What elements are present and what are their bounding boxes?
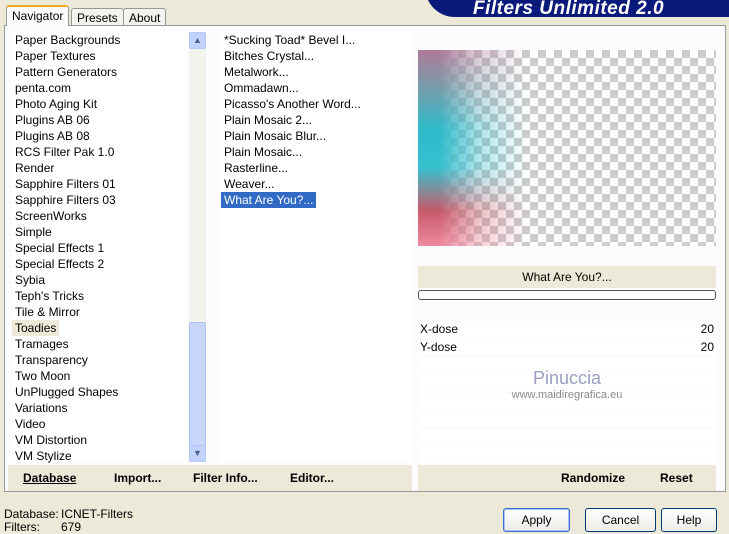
categories-item[interactable]: Tile & Mirror	[12, 304, 83, 320]
filters-item[interactable]: Plain Mosaic 2...	[221, 112, 315, 128]
apply-button[interactable]: Apply	[503, 508, 570, 532]
app-title-banner: Filters Unlimited 2.0	[425, 0, 729, 19]
status-db-label: Database:	[4, 507, 59, 521]
filters-item[interactable]: What Are You?...	[221, 192, 317, 208]
scroll-up-icon[interactable]: ▲	[189, 32, 206, 49]
filters-item[interactable]: Ommadawn...	[221, 80, 302, 96]
categories-item[interactable]: Render	[12, 160, 57, 176]
param-value[interactable]: 20	[701, 321, 714, 337]
categories-item[interactable]: Paper Textures	[12, 48, 99, 64]
progress-bar	[418, 290, 716, 300]
categories-item[interactable]: Plugins AB 08	[12, 128, 93, 144]
randomize-button[interactable]: Randomize	[561, 465, 625, 491]
categories-item[interactable]: Special Effects 2	[12, 256, 107, 272]
categories-item[interactable]: Video	[12, 416, 48, 432]
categories-item[interactable]: Sapphire Filters 03	[12, 192, 119, 208]
categories-item[interactable]: Special Effects 1	[12, 240, 107, 256]
categories-item[interactable]: Paper Backgrounds	[12, 32, 123, 48]
watermark-url: www.maidiregrafica.eu	[511, 389, 623, 401]
cancel-button[interactable]: Cancel	[585, 508, 656, 532]
categories-item[interactable]: Photo Aging Kit	[12, 96, 100, 112]
category-list[interactable]: Paper Backgrounds Paper Textures Pattern G…	[12, 32, 188, 464]
categories-item[interactable]: Pattern Generators	[12, 64, 120, 80]
categories-item[interactable]: Sapphire Filters 01	[12, 176, 119, 192]
param-label: Y-dose	[420, 340, 457, 354]
categories-item[interactable]: VM Stylize	[12, 448, 75, 464]
bottom-toolbar: Database Import... Filter Info... Editor…	[8, 465, 412, 491]
filters-item[interactable]: Bitches Crystal...	[221, 48, 317, 64]
parameter-row	[418, 429, 716, 445]
import-button[interactable]: Import...	[114, 465, 161, 491]
tab-navigator[interactable]: Navigator	[6, 5, 70, 26]
parameter-row	[418, 447, 716, 463]
categories-item[interactable]: Simple	[12, 224, 55, 240]
filters-item[interactable]: Plain Mosaic Blur...	[221, 128, 329, 144]
scroll-thumb[interactable]	[189, 322, 206, 446]
tab-about[interactable]: About	[123, 8, 167, 26]
categories-item[interactable]: Transparency	[12, 352, 91, 368]
scroll-down-icon[interactable]: ▼	[189, 445, 206, 462]
preview-mosaic	[418, 50, 528, 246]
categories-item[interactable]: Tramages	[12, 336, 72, 352]
tab-presets[interactable]: Presets	[71, 8, 124, 26]
categories-item[interactable]: Two Moon	[12, 368, 73, 384]
filters-item[interactable]: Metalwork...	[221, 64, 292, 80]
categories-item[interactable]: Plugins AB 06	[12, 112, 93, 128]
categories-item[interactable]: ScreenWorks	[12, 208, 90, 224]
categories-item[interactable]: Sybia	[12, 272, 48, 288]
categories-item[interactable]: Toadies	[12, 320, 60, 336]
params-toolbar: Randomize Reset	[418, 465, 716, 491]
categories-item[interactable]: VM Distortion	[12, 432, 90, 448]
category-scrollbar[interactable]: ▲ ▼	[189, 32, 206, 462]
status-db-value: ICNET-Filters	[61, 507, 133, 521]
filters-item[interactable]: Plain Mosaic...	[221, 144, 305, 160]
categories-item[interactable]: UnPlugged Shapes	[12, 384, 121, 400]
reset-button[interactable]: Reset	[660, 465, 693, 491]
filters-item[interactable]: Picasso's Another Word...	[221, 96, 364, 112]
watermark-name: Pinuccia	[532, 368, 602, 388]
parameter-row	[418, 411, 716, 427]
filters-item[interactable]: Rasterline...	[221, 160, 291, 176]
parameter-row[interactable]: X-dose 20	[418, 321, 716, 337]
help-button[interactable]: Help	[661, 508, 717, 532]
editor-button[interactable]: Editor...	[290, 465, 334, 491]
categories-item[interactable]: penta.com	[12, 80, 74, 96]
parameter-row[interactable]: Y-dose 20	[418, 339, 716, 355]
categories-item[interactable]: Variations	[12, 400, 70, 416]
filters-item[interactable]: Weaver...	[221, 176, 277, 192]
categories-item[interactable]: Teph's Tricks	[12, 288, 87, 304]
filters-item[interactable]: *Sucking Toad* Bevel I...	[221, 32, 358, 48]
filter-info-button[interactable]: Filter Info...	[193, 465, 258, 491]
database-button[interactable]: Database	[23, 465, 76, 491]
filter-name: What Are You?...	[418, 266, 716, 288]
categories-item[interactable]: RCS Filter Pak 1.0	[12, 144, 117, 160]
param-label: X-dose	[420, 322, 459, 336]
filter-list[interactable]: *Sucking Toad* Bevel I... Bitches Crystal…	[221, 32, 411, 462]
param-value[interactable]: 20	[701, 339, 714, 355]
